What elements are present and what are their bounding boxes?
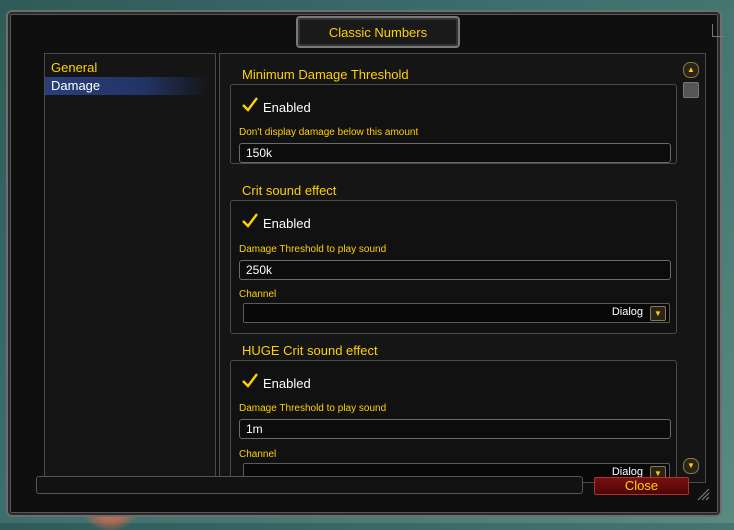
sidebar-item-label: General [51,60,98,75]
enabled-label: Enabled [263,215,311,231]
status-bar [36,476,583,494]
min-damage-group: Enabled Don't display damage below this … [230,84,677,164]
enabled-checkbox-row[interactable]: Enabled [241,213,311,231]
sidebar-item-damage[interactable]: Damage [45,77,209,95]
enabled-label: Enabled [263,99,311,115]
huge-crit-threshold-input[interactable]: 1m [239,419,671,439]
options-window: Classic Numbers General Damage Minimum D… [6,10,725,517]
enabled-checkbox[interactable] [241,213,258,231]
scrollbar-thumb[interactable] [683,82,699,98]
section-header-min-damage: Minimum Damage Threshold [242,67,409,82]
huge-crit-sound-group: Enabled Damage Threshold to play sound 1… [230,360,677,482]
close-button[interactable]: Close [594,477,689,495]
enabled-checkbox[interactable] [241,97,258,115]
check-icon [242,213,258,228]
dropdown-arrow-icon[interactable]: ▼ [650,306,666,321]
channel-label: Channel [239,289,277,300]
enabled-checkbox[interactable] [241,373,258,391]
channel-value: Dialog [611,306,643,318]
threshold-label: Don't display damage below this amount [239,127,419,138]
check-icon [242,97,258,112]
enabled-label: Enabled [263,375,311,391]
resize-grip-icon[interactable] [696,487,710,501]
channel-dropdown[interactable]: Dialog ▼ [243,303,670,323]
sidebar-item-general[interactable]: General [45,59,215,77]
crit-threshold-input[interactable]: 250k [239,260,671,280]
section-header-huge-crit: HUGE Crit sound effect [242,343,378,358]
settings-panel: Minimum Damage Threshold Enabled Don't d… [219,53,706,483]
threshold-label: Damage Threshold to play sound [239,244,387,255]
scroll-down-icon[interactable]: ▼ [683,458,699,474]
channel-label: Channel [239,449,277,460]
section-header-crit-sound: Crit sound effect [242,183,337,198]
window-title-text: Classic Numbers [328,24,428,40]
sidebar-item-label: Damage [51,78,101,93]
scroll-up-icon[interactable]: ▲ [683,62,699,78]
min-damage-input[interactable]: 150k [239,143,671,163]
enabled-checkbox-row[interactable]: Enabled [241,373,311,391]
crit-sound-group: Enabled Damage Threshold to play sound 2… [230,200,677,334]
threshold-label: Damage Threshold to play sound [239,403,387,414]
enabled-checkbox-row[interactable]: Enabled [241,97,311,115]
corner-decoration [712,24,725,37]
category-sidebar: General Damage [44,53,216,483]
check-icon [242,373,258,388]
window-title: Classic Numbers [296,16,460,48]
